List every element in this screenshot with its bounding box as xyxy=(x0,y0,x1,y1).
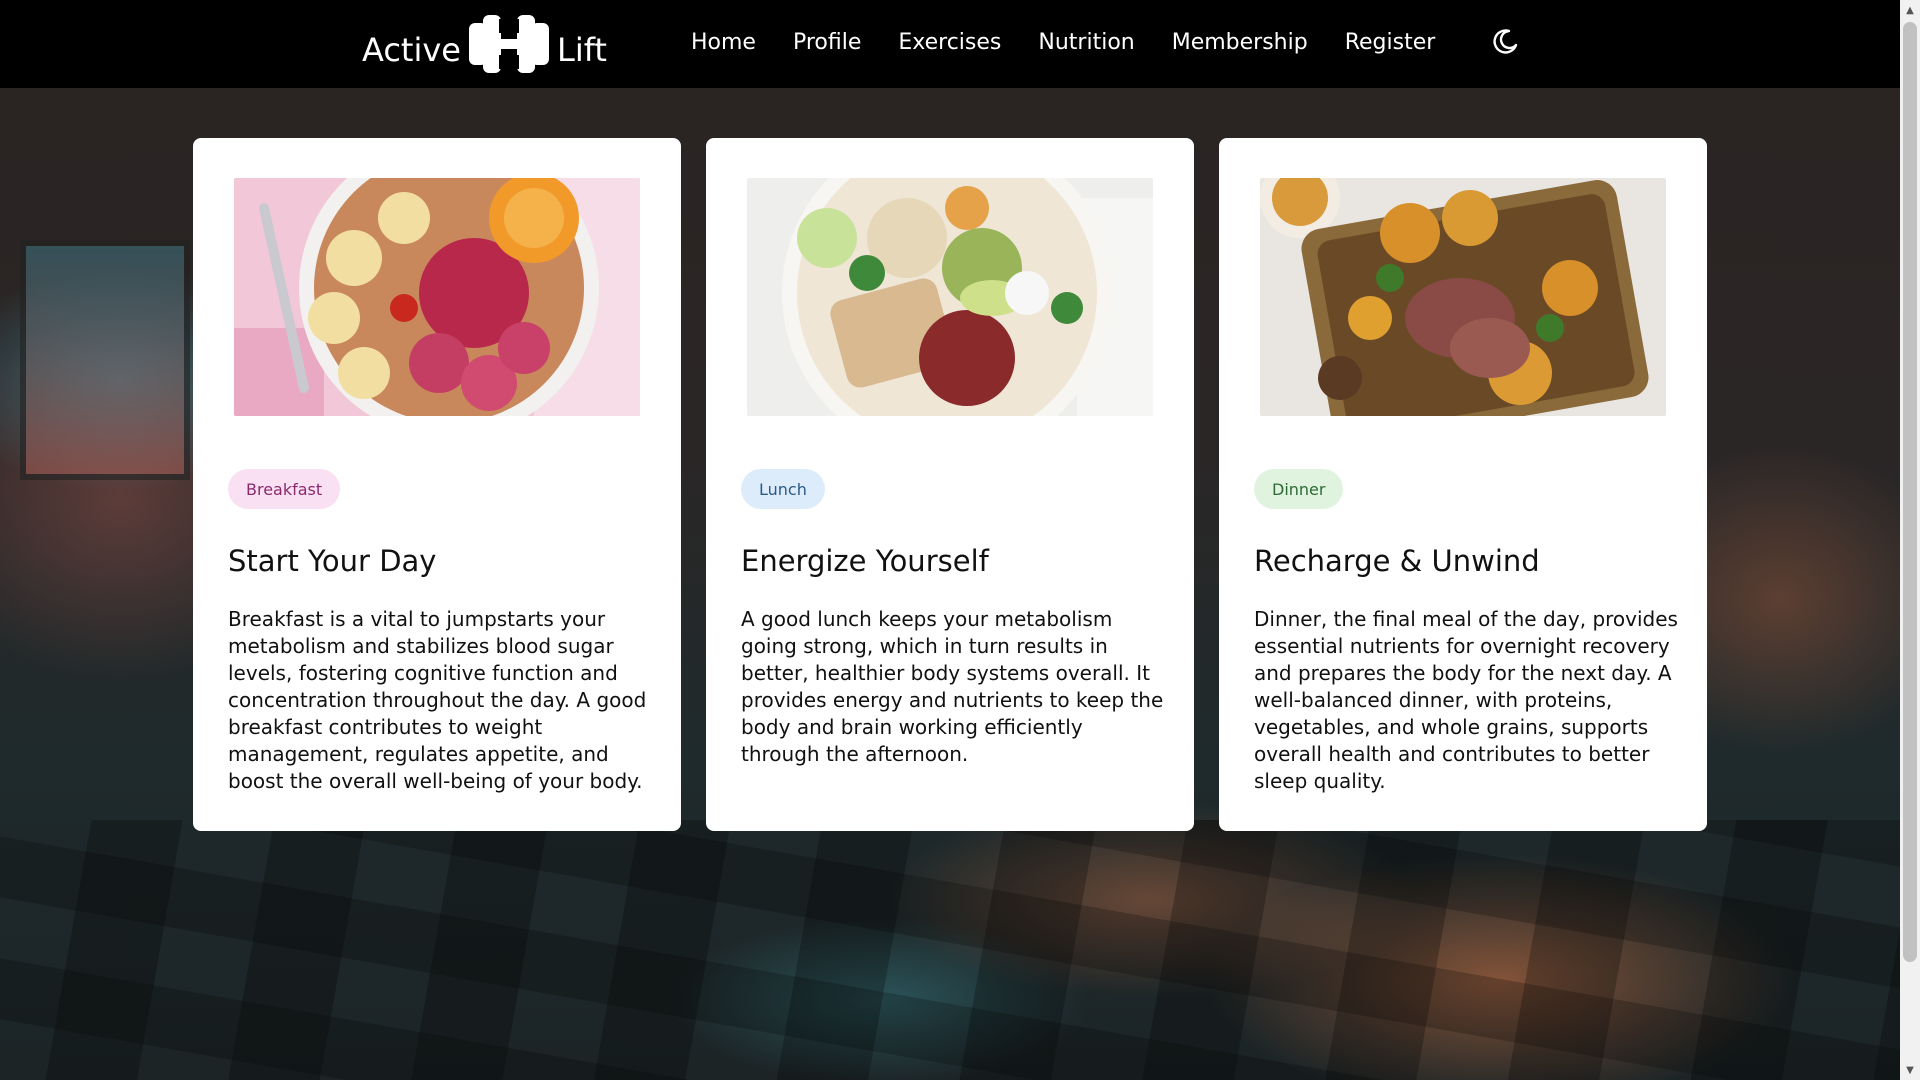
logo-text-right: Lift xyxy=(556,31,607,69)
scroll-up-icon[interactable]: ▲ xyxy=(1900,0,1920,20)
badge-breakfast: Breakfast xyxy=(228,469,341,509)
card-title: Energize Yourself xyxy=(741,544,989,578)
card-title: Start Your Day xyxy=(228,544,437,578)
nav-home[interactable]: Home xyxy=(691,30,756,55)
breakfast-image xyxy=(234,178,640,416)
moon-icon[interactable] xyxy=(1491,28,1519,56)
dumbbell-icon xyxy=(468,15,549,73)
nav-exercises[interactable]: Exercises xyxy=(898,30,1001,55)
badge-lunch: Lunch xyxy=(741,469,825,509)
card-text: Dinner, the final meal of the day, provi… xyxy=(1254,607,1678,793)
site-header: Active Lift Home Profile Exercises Nutri… xyxy=(0,0,1900,88)
scrollbar-thumb[interactable] xyxy=(1903,22,1917,962)
card-dinner: Dinner Recharge & Unwind Dinner, the fin… xyxy=(1219,138,1707,831)
logo-text-left: Active xyxy=(362,31,461,69)
nav-register[interactable]: Register xyxy=(1345,30,1436,55)
card-text: Breakfast is a vital to jumpstarts your … xyxy=(228,607,647,793)
dinner-image xyxy=(1260,178,1666,416)
nav-profile[interactable]: Profile xyxy=(793,30,861,55)
card-breakfast: Breakfast Start Your Day Breakfast is a … xyxy=(193,138,681,831)
background-window xyxy=(20,240,190,480)
page-scrollbar[interactable]: ▲ ▼ xyxy=(1900,0,1920,1080)
logo[interactable]: Active Lift xyxy=(362,14,607,74)
nav-membership[interactable]: Membership xyxy=(1172,30,1308,55)
nav-nutrition[interactable]: Nutrition xyxy=(1038,30,1134,55)
lunch-image xyxy=(747,178,1153,416)
card-text: A good lunch keeps your metabolism going… xyxy=(741,607,1164,766)
card-lunch: Lunch Energize Yourself A good lunch kee… xyxy=(706,138,1194,831)
meal-cards: Breakfast Start Your Day Breakfast is a … xyxy=(193,138,1707,831)
badge-dinner: Dinner xyxy=(1254,469,1344,509)
scroll-down-icon[interactable]: ▼ xyxy=(1900,1060,1920,1080)
background-floor xyxy=(0,820,1900,1080)
card-title: Recharge & Unwind xyxy=(1254,544,1540,578)
main-nav: Home Profile Exercises Nutrition Members… xyxy=(691,30,1472,55)
